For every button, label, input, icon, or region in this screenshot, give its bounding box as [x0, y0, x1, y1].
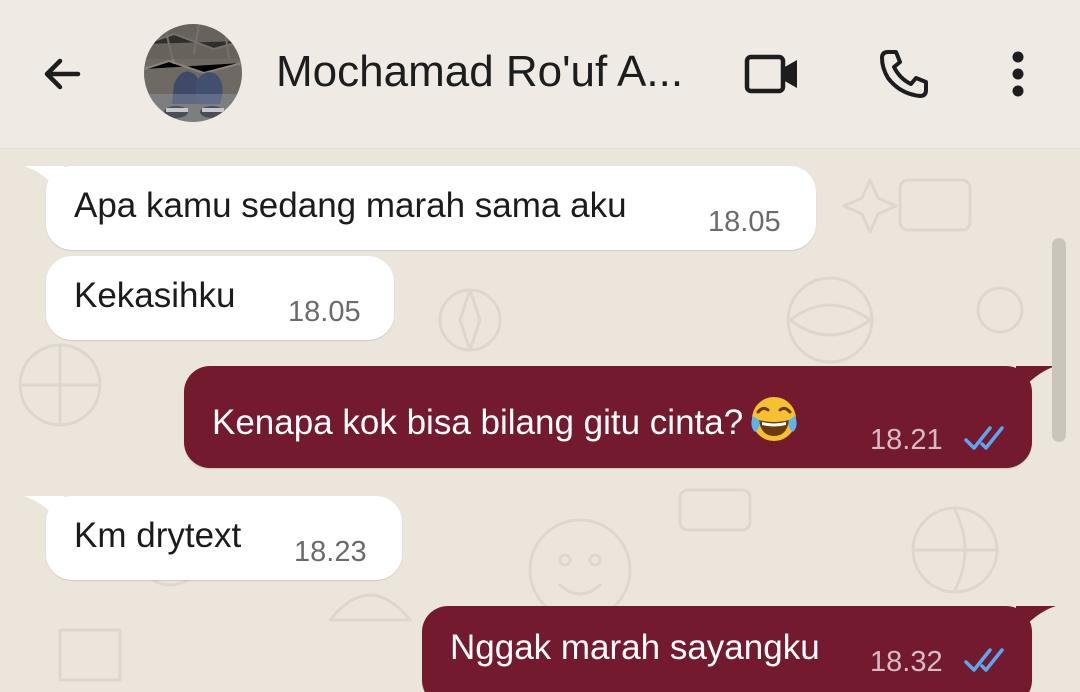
message-text: Kenapa kok bisa bilang gitu cinta?	[212, 394, 799, 444]
message-time: 18.05	[708, 206, 781, 238]
message-incoming[interactable]: Km drytext 18.23	[46, 496, 402, 580]
video-call-button[interactable]	[738, 44, 808, 104]
message-text: Kekasihku	[74, 276, 236, 315]
scrollbar-thumb[interactable]	[1052, 238, 1066, 442]
avatar-image	[144, 24, 242, 122]
arrow-left-icon	[44, 58, 81, 90]
message-time: 18.23	[294, 536, 367, 568]
message-time: 18.32	[870, 646, 943, 678]
message-text-content: Kenapa kok bisa bilang gitu cinta?	[212, 403, 744, 442]
face-with-tears-of-joy-icon	[751, 397, 797, 441]
read-receipt-icon	[964, 648, 1004, 672]
message-text: Nggak marah sayangku	[450, 628, 820, 667]
back-button[interactable]	[30, 42, 94, 106]
chat-screen: Mochamad Ro'uf A... Apa kamu sedang mara…	[0, 0, 1080, 692]
contact-name[interactable]: Mochamad Ro'uf A...	[276, 46, 716, 98]
video-camera-icon	[744, 54, 797, 94]
more-options-button[interactable]	[994, 42, 1042, 106]
message-outgoing[interactable]: Nggak marah sayangku 18.32	[422, 606, 1032, 692]
message-time: 18.05	[288, 296, 361, 328]
message-outgoing[interactable]: Kenapa kok bisa bilang gitu cinta? 18.21	[184, 366, 1032, 468]
contact-avatar[interactable]	[144, 24, 242, 122]
phone-icon	[880, 50, 928, 98]
read-receipt-icon	[964, 426, 1004, 450]
message-time: 18.21	[870, 424, 943, 456]
message-incoming[interactable]: Kekasihku 18.05	[46, 256, 394, 340]
message-incoming[interactable]: Apa kamu sedang marah sama aku 18.05	[46, 166, 816, 250]
message-text: Km drytext	[74, 516, 242, 555]
chat-header: Mochamad Ro'uf A...	[0, 0, 1080, 149]
message-text: Apa kamu sedang marah sama aku	[74, 186, 627, 225]
voice-call-button[interactable]	[872, 42, 936, 106]
more-vertical-icon	[1012, 51, 1024, 97]
